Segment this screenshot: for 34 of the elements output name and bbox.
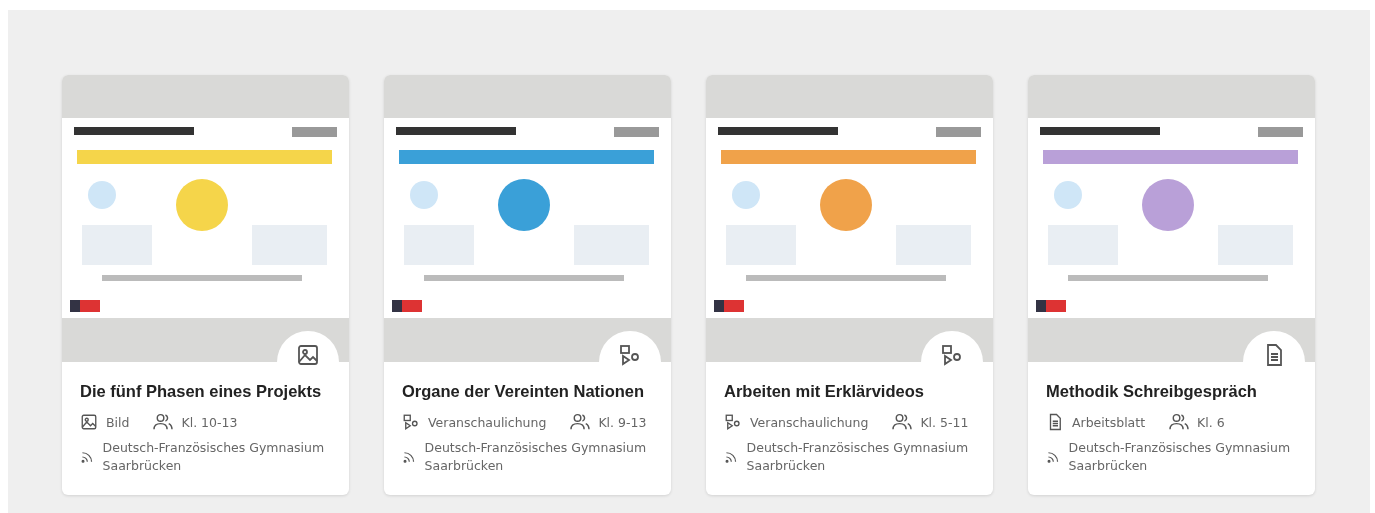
school-name: Deutsch-Französisches Gymnasium Saarbrücken bbox=[424, 439, 648, 475]
shapes-icon bbox=[618, 343, 642, 367]
shapes-icon bbox=[724, 413, 742, 431]
grade-label: Kl. 6 bbox=[1197, 414, 1225, 430]
card-background[interactable]: Arbeiten mit Erklärvideos Veranschaulichung Kl. 5-11 Deutsch-Französisches Gymnasium Saarbrücken bbox=[706, 75, 993, 495]
grade-label: Kl. 9-13 bbox=[598, 414, 647, 430]
rss-icon bbox=[724, 449, 739, 465]
card-title[interactable]: Die fünf Phasen eines Projekts bbox=[80, 382, 322, 401]
grade-label: Kl. 10-13 bbox=[181, 414, 238, 430]
card-title[interactable]: Organe der Vereinten Nationen bbox=[402, 382, 645, 401]
people-icon bbox=[570, 413, 591, 431]
grade-label: Kl. 5-11 bbox=[920, 414, 969, 430]
rss-icon bbox=[402, 449, 417, 465]
rss-icon bbox=[80, 449, 95, 465]
type-label: Veranschaulichung bbox=[750, 414, 869, 430]
school-name: Deutsch-Französisches Gymnasium Saarbrücken bbox=[746, 439, 970, 475]
people-icon bbox=[153, 413, 174, 431]
people-icon bbox=[1169, 413, 1190, 431]
card-background[interactable]: Die fünf Phasen eines Projekts Bild Kl. 10-13 Deutsch-Französisches Gymnasium Saarbrücken bbox=[62, 75, 349, 495]
type-label: Bild bbox=[106, 414, 130, 430]
shapes-icon bbox=[402, 413, 420, 431]
image-icon bbox=[80, 413, 98, 431]
school-name: Deutsch-Französisches Gymnasium Saarbrücken bbox=[1068, 439, 1292, 475]
type-label: Veranschaulichung bbox=[428, 414, 547, 430]
rss-icon bbox=[1046, 449, 1061, 465]
school-name: Deutsch-Französisches Gymnasium Saarbrücken bbox=[102, 439, 326, 475]
shapes-icon bbox=[940, 343, 964, 367]
people-icon bbox=[892, 413, 913, 431]
card-background[interactable]: Methodik Schreibgespräch Arbeitsblatt Kl. 6 Deutsch-Französisches Gymnasium Saarbrücken bbox=[1028, 75, 1315, 495]
image-icon bbox=[296, 343, 320, 367]
card-background[interactable]: Organe der Vereinten Nationen Veranschaulichung Kl. 9-13 Deutsch-Französisches Gymnasium Saarbrücken bbox=[384, 75, 671, 495]
type-label: Arbeitsblatt bbox=[1072, 414, 1146, 430]
card-title[interactable]: Methodik Schreibgespräch bbox=[1046, 382, 1257, 401]
card-title[interactable]: Arbeiten mit Erklärvideos bbox=[724, 382, 924, 401]
